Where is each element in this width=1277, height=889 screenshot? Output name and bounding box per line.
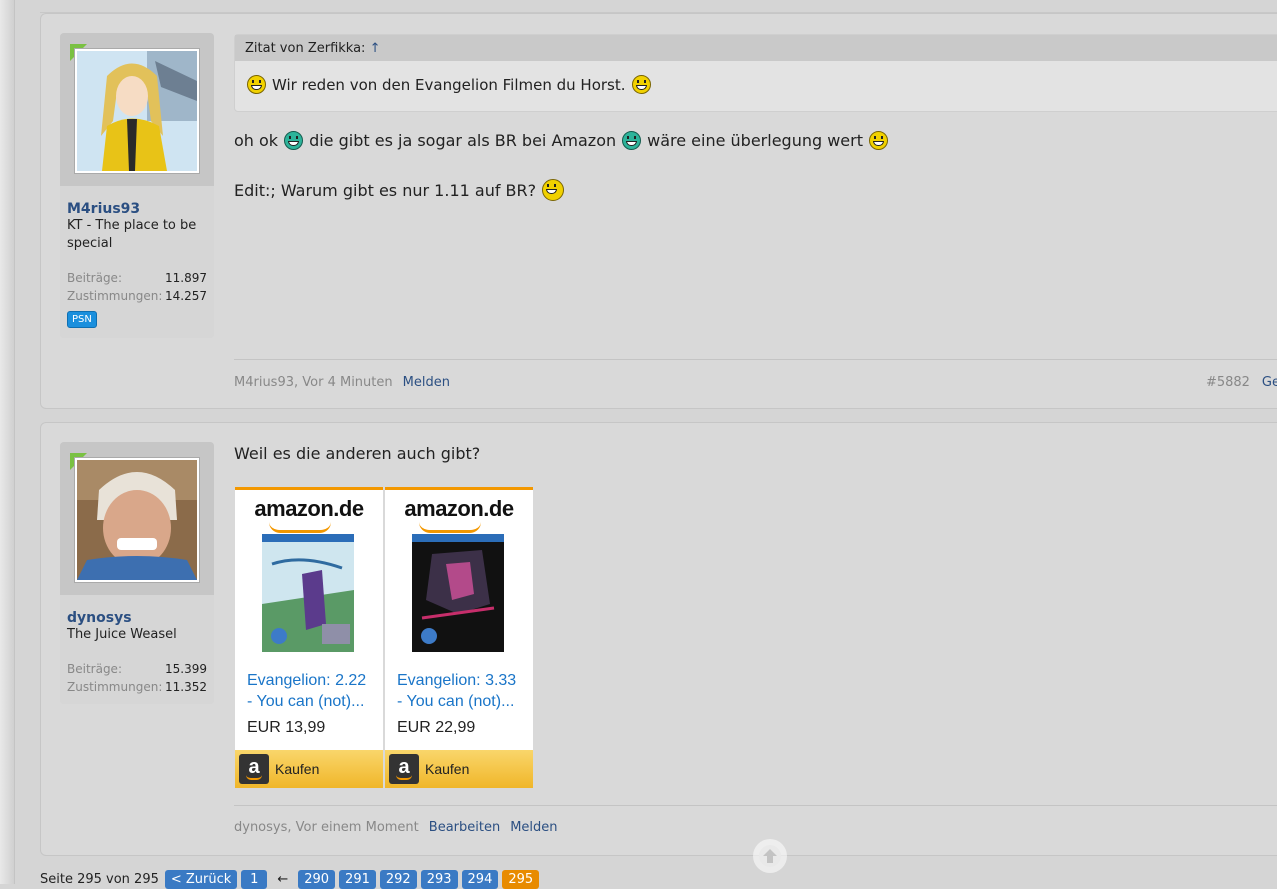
product-title[interactable]: Evangelion: 3.33 - You can (not)... — [397, 670, 527, 712]
product-price: EUR 13,99 — [247, 719, 326, 736]
edit-link[interactable]: Bearbeiten — [429, 820, 500, 835]
post-5882: M4rius93 KT - The place to be special Be… — [40, 13, 1277, 409]
avatar-image — [77, 460, 197, 580]
stat-value: 15.399 — [165, 662, 207, 676]
buy-button[interactable]: a Kaufen — [235, 750, 383, 788]
stat-label: Beiträge: — [67, 271, 122, 285]
jump-to-quote-icon[interactable]: ↑ — [370, 41, 381, 56]
avatar[interactable] — [74, 48, 200, 174]
stat-value: 14.257 — [165, 289, 207, 303]
avatar-image — [77, 51, 197, 171]
amazon-icon: a — [239, 754, 269, 784]
arrow-up-circle-icon — [759, 845, 781, 867]
amazon-logo-text: amazon.de — [254, 496, 364, 521]
pagination: Seite 295 von 295 < Zurück 1 ← 290 291 2… — [40, 870, 540, 889]
message-line: Edit:; Warum gibt es nur 1.11 auf BR? — [234, 179, 565, 201]
amazon-logo: amazon.de — [235, 496, 383, 533]
stat-posts: Beiträge: 11.897 — [67, 271, 207, 285]
grin-smiley-icon — [284, 131, 304, 150]
page-link[interactable]: 294 — [461, 870, 499, 889]
psn-badge[interactable]: PSN — [67, 311, 97, 328]
quote-block: Zitat von Zerfikka: ↑ Wir reden von den … — [234, 34, 1277, 112]
post-footer: dynosys, Vor einem Moment Bearbeiten Mel… — [234, 820, 1277, 835]
amazon-product-card[interactable]: amazon.de Evangelion: 2.22 - You can (no… — [235, 487, 383, 788]
page-link[interactable]: 290 — [298, 870, 336, 889]
product-title-line: - You can (not)... — [397, 693, 515, 710]
message-line: Weil es die anderen auch gibt? — [234, 444, 480, 463]
page-indicator: Seite 295 von 295 — [40, 872, 159, 887]
buy-label: Kaufen — [275, 761, 320, 777]
teeth-smiley-icon — [869, 131, 888, 150]
quote-text: Wir reden von den Evangelion Filmen du H… — [272, 75, 626, 94]
previous-page-button[interactable]: < Zurück — [164, 870, 238, 889]
stat-label: Beiträge: — [67, 662, 122, 676]
amazon-product-card[interactable]: amazon.de Evangelion: 3.33 - You can (no… — [385, 487, 533, 788]
report-link[interactable]: Melden — [403, 375, 450, 390]
stat-value: 11.897 — [165, 271, 207, 285]
user-title: The Juice Weasel — [67, 627, 177, 642]
quote-body: Wir reden von den Evangelion Filmen du H… — [235, 61, 1277, 108]
stat-label: Zustimmungen: — [67, 289, 163, 303]
product-cover-image[interactable] — [262, 534, 354, 652]
confused-smiley-icon — [542, 179, 565, 201]
buy-label: Kaufen — [425, 761, 470, 777]
page-jump-icon[interactable]: ← — [277, 872, 288, 887]
message-text: Edit:; Warum gibt es nur 1.11 auf BR? — [234, 180, 537, 200]
tongue-smiley-icon — [631, 75, 651, 94]
page-link[interactable]: 292 — [379, 870, 417, 889]
footer-divider — [234, 805, 1277, 806]
product-title-line: Evangelion: 2.22 — [247, 672, 367, 689]
product-price: EUR 22,99 — [397, 719, 476, 736]
product-title[interactable]: Evangelion: 2.22 - You can (not)... — [247, 670, 377, 712]
post-meta: dynosys, Vor einem Moment — [234, 820, 419, 835]
page-link[interactable]: 291 — [339, 870, 376, 889]
message-text: die gibt es ja sogar als BR bei Amazon — [309, 131, 617, 150]
post-footer: M4rius93, Vor 4 Minuten Melden #5882 Ge — [234, 375, 1277, 390]
previous-post-edge — [40, 0, 1277, 13]
stat-likes: Zustimmungen: 14.257 — [67, 289, 207, 303]
quote-author: Zitat von Zerfikka: — [245, 41, 366, 56]
laughing-smiley-icon — [247, 75, 266, 94]
page-link-current[interactable]: 295 — [502, 870, 540, 889]
stat-value: 11.352 — [165, 680, 207, 694]
post-meta: M4rius93, Vor 4 Minuten — [234, 375, 393, 390]
message-text: oh ok — [234, 131, 279, 150]
amazon-logo: amazon.de — [385, 496, 533, 533]
username[interactable]: dynosys — [67, 610, 207, 626]
scroll-to-top-button[interactable] — [753, 839, 787, 873]
footer-divider — [234, 359, 1277, 360]
product-title-line: Evangelion: 3.33 — [397, 672, 517, 689]
post-5883: dynosys The Juice Weasel Beiträge: 15.39… — [40, 422, 1277, 856]
message-text: wäre eine überlegung wert — [647, 131, 863, 150]
post-footer-right: #5882 Ge — [1206, 375, 1277, 390]
message-line: oh ok die gibt es ja sogar als BR bei Am… — [234, 131, 888, 150]
avatar-container — [60, 442, 214, 595]
user-sidebar: dynosys The Juice Weasel Beiträge: 15.39… — [60, 442, 214, 704]
quote-header: Zitat von Zerfikka: ↑ — [235, 35, 1277, 61]
username[interactable]: M4rius93 — [67, 201, 207, 217]
message-text: Weil es die anderen auch gibt? — [234, 444, 481, 463]
post-number[interactable]: #5882 — [1206, 375, 1250, 390]
product-cover-image[interactable] — [412, 534, 504, 652]
product-title-line: - You can (not)... — [247, 693, 365, 710]
stat-label: Zustimmungen: — [67, 680, 163, 694]
stat-likes: Zustimmungen: 11.352 — [67, 680, 207, 694]
grin-smiley-icon — [622, 131, 642, 150]
avatar-container — [60, 33, 214, 186]
user-info: M4rius93 KT - The place to be special Be… — [60, 186, 214, 338]
user-sidebar: M4rius93 KT - The place to be special Be… — [60, 33, 214, 338]
report-link[interactable]: Melden — [510, 820, 557, 835]
user-title: KT - The place to be special — [67, 218, 197, 251]
page-link-first[interactable]: 1 — [241, 870, 268, 889]
buy-button[interactable]: a Kaufen — [385, 750, 533, 788]
left-page-edge — [0, 0, 15, 884]
user-info: dynosys The Juice Weasel Beiträge: 15.39… — [60, 595, 214, 704]
footer-action-link[interactable]: Ge — [1262, 375, 1277, 390]
page-link[interactable]: 293 — [420, 870, 458, 889]
avatar[interactable] — [74, 457, 200, 583]
amazon-logo-text: amazon.de — [404, 496, 514, 521]
amazon-icon: a — [389, 754, 419, 784]
stat-posts: Beiträge: 15.399 — [67, 662, 207, 676]
